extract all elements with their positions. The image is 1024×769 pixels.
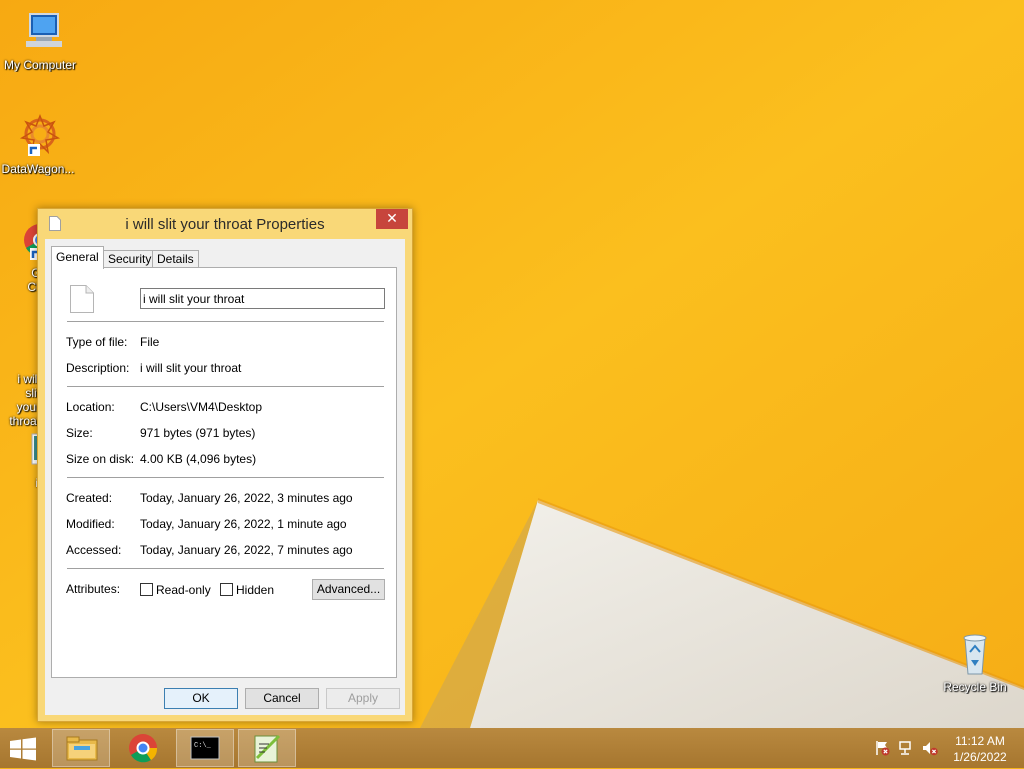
desktop-icon-datawagon[interactable]: DataWagon... — [0, 112, 78, 176]
location-label: Location: — [66, 400, 115, 414]
size-on-disk-value: 4.00 KB (4,096 bytes) — [140, 452, 257, 466]
file-explorer-icon — [66, 736, 98, 761]
dialog-client: General Security Details Type of file: F… — [45, 239, 405, 715]
desktop-icon-label: i will slit your throat — [9, 372, 40, 428]
file-large-icon — [70, 285, 94, 313]
taskbar-google-chrome[interactable] — [114, 729, 172, 767]
accessed-label: Accessed: — [66, 543, 122, 557]
type-of-file-label: Type of file: — [66, 335, 128, 349]
taskbar-command-prompt[interactable]: C:\_ — [176, 729, 234, 767]
tab-security[interactable]: Security — [103, 250, 157, 268]
chrome-icon — [129, 734, 158, 763]
network-icon[interactable] — [898, 740, 914, 756]
modified-value: Today, January 26, 2022, 1 minute ago — [140, 517, 347, 531]
read-only-checkbox[interactable] — [140, 583, 153, 596]
accessed-value: Today, January 26, 2022, 7 minutes ago — [140, 543, 353, 557]
description-value: i will slit your throat — [140, 361, 242, 375]
recycle-bin-icon — [951, 630, 999, 678]
svg-text:C:\_: C:\_ — [194, 742, 212, 750]
attributes-label: Attributes: — [66, 582, 121, 596]
dialog-title: i will slit your throat Properties — [125, 216, 325, 233]
volume-muted-icon[interactable] — [922, 740, 938, 756]
close-button[interactable]: ✕ — [376, 209, 408, 229]
size-value: 971 bytes (971 bytes) — [140, 426, 256, 440]
taskbar: C:\_ 11:12 AM 1/26/2022 — [0, 728, 1024, 768]
taskbar-file-explorer[interactable] — [52, 729, 110, 767]
created-value: Today, January 26, 2022, 3 minutes ago — [140, 491, 353, 505]
divider — [67, 477, 384, 478]
command-prompt-icon: C:\_ — [190, 736, 220, 760]
general-panel: Type of file: File Description: i will s… — [51, 267, 397, 678]
properties-dialog: i will slit your throat Properties ✕ Gen… — [37, 208, 413, 722]
divider — [67, 568, 384, 569]
hidden-checkbox[interactable] — [220, 583, 233, 596]
taskbar-clock[interactable]: 11:12 AM 1/26/2022 — [946, 733, 1014, 765]
divider — [67, 321, 384, 322]
desktop-icon-label: Recycle Bin — [943, 680, 1007, 694]
taskbar-notepad-plus-plus[interactable] — [238, 729, 296, 767]
action-center-flag-icon[interactable] — [874, 740, 890, 756]
ok-button[interactable]: OK — [164, 688, 238, 709]
location-value: C:\Users\VM4\Desktop — [140, 400, 263, 414]
cancel-button[interactable]: Cancel — [245, 688, 319, 709]
notepad-plus-plus-icon — [254, 734, 281, 763]
type-of-file-value: File — [140, 335, 160, 349]
advanced-button[interactable]: Advanced... — [312, 579, 385, 600]
description-label: Description: — [66, 361, 130, 375]
desktop-icon-label: My Computer — [3, 58, 77, 72]
hidden-label[interactable]: Hidden — [236, 583, 274, 597]
apply-button[interactable]: Apply — [326, 688, 400, 709]
divider — [67, 386, 384, 387]
my-computer-icon — [16, 8, 64, 56]
tab-general[interactable]: General — [51, 246, 104, 269]
read-only-label[interactable]: Read-only — [156, 583, 211, 597]
file-name-input[interactable] — [140, 288, 385, 309]
desktop-icon-recycle-bin[interactable]: Recycle Bin — [935, 630, 1015, 694]
dialog-titlebar[interactable]: i will slit your throat Properties ✕ — [38, 209, 412, 239]
clock-time: 11:12 AM — [955, 734, 1005, 748]
clock-date: 1/26/2022 — [953, 750, 1007, 764]
tab-details[interactable]: Details — [152, 250, 199, 268]
size-on-disk-label: Size on disk: — [66, 452, 135, 466]
close-icon: ✕ — [386, 210, 398, 226]
file-icon — [49, 216, 61, 231]
created-label: Created: — [66, 491, 113, 505]
modified-label: Modified: — [66, 517, 115, 531]
size-label: Size: — [66, 426, 93, 440]
start-button-windows-icon[interactable] — [9, 737, 37, 761]
desktop-icon-my-computer[interactable]: My Computer — [0, 8, 80, 72]
desktop-icon-label: DataWagon... — [1, 162, 75, 176]
datawagon-icon — [14, 112, 62, 160]
